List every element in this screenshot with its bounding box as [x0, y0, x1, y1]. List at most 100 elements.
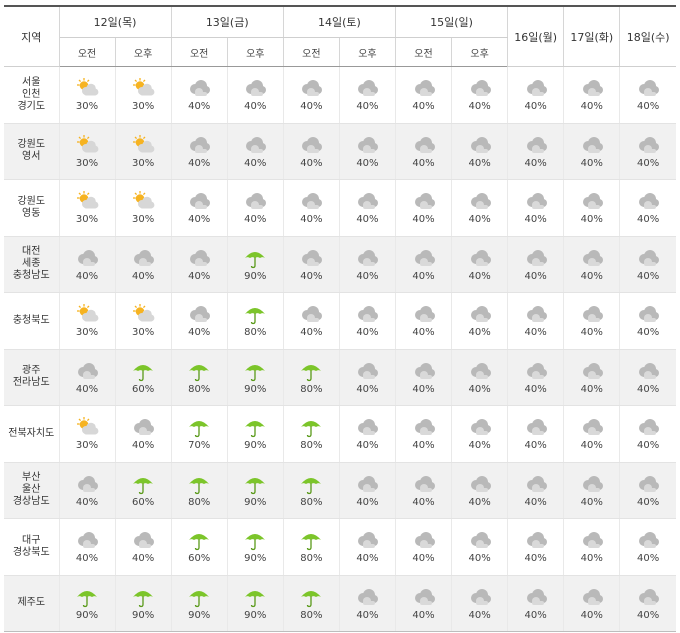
cloudy-icon [74, 473, 100, 495]
table-row: 대구 경상북도 40% 40% 60% 90% 80% 40% 40% 40% 40% 40% 40% [4, 518, 676, 576]
precip-probability: 40% [412, 101, 435, 113]
cloudy-icon [467, 360, 493, 382]
forecast-cell: 40% [563, 518, 621, 576]
forecast-cell: 40% [507, 518, 565, 576]
table-row: 제주도 90% 90% 90% 90% 80% 40% 40% 40% 40% 40% 40% [4, 575, 676, 632]
cloudy-icon [130, 247, 156, 269]
cloudy-icon [523, 247, 549, 269]
table-row: 전북자치도 30% 40% 70% 90% 80% 40% 40% 40% 40% 40% 40% [4, 405, 676, 463]
cloudy-icon [411, 586, 437, 608]
cloudy-icon [523, 416, 549, 438]
precip-probability: 40% [580, 101, 603, 113]
forecast-cell: 40% [59, 236, 116, 293]
cloudy-icon [579, 303, 605, 325]
cloudy-icon [523, 303, 549, 325]
forecast-cell: 40% [59, 518, 116, 576]
cloudy-icon [635, 360, 661, 382]
forecast-cell: 40% [395, 292, 453, 350]
forecast-cell: 40% [227, 66, 284, 124]
forecast-cell: 40% [507, 405, 565, 463]
forecast-cell: 90% [227, 462, 284, 519]
precip-probability: 40% [580, 327, 603, 339]
precip-probability: 30% [132, 214, 155, 226]
precip-probability: 40% [524, 157, 547, 169]
region-name: 대구 경상북도 [4, 518, 60, 576]
forecast-cell: 60% [115, 349, 172, 406]
precip-probability: 40% [637, 270, 660, 282]
cloudy-icon [411, 360, 437, 382]
umbrella-icon [242, 586, 268, 608]
cloudy-icon [523, 134, 549, 156]
cloudy-icon [635, 134, 661, 156]
forecast-cell: 40% [395, 518, 453, 576]
region-name: 광주 전라남도 [4, 349, 60, 406]
precip-probability: 30% [132, 327, 155, 339]
forecast-cell: 30% [59, 123, 116, 180]
cloudy-icon [467, 247, 493, 269]
umbrella-icon [242, 303, 268, 325]
precip-probability: 40% [412, 270, 435, 282]
precip-probability: 40% [412, 440, 435, 452]
cloudy-icon [467, 303, 493, 325]
precip-probability: 40% [412, 609, 435, 621]
umbrella-icon [130, 586, 156, 608]
forecast-cell: 30% [115, 292, 172, 350]
day-header: 17일(화) [563, 6, 621, 67]
umbrella-icon [186, 586, 212, 608]
cloudy-icon [411, 473, 437, 495]
forecast-cell: 40% [59, 462, 116, 519]
umbrella-icon [242, 473, 268, 495]
cloudy-icon [354, 247, 380, 269]
precip-probability: 80% [300, 383, 323, 395]
precip-probability: 40% [637, 214, 660, 226]
umbrella-icon [242, 247, 268, 269]
precip-probability: 90% [188, 609, 211, 621]
cloudy-icon [411, 247, 437, 269]
precip-probability: 80% [300, 496, 323, 508]
umbrella-icon [298, 473, 324, 495]
partly-cloudy-icon [74, 77, 100, 99]
precip-probability: 40% [75, 496, 99, 508]
precip-probability: 40% [580, 383, 603, 395]
forecast-cell: 40% [563, 575, 621, 632]
umbrella-icon [242, 416, 268, 438]
precip-probability: 30% [132, 157, 155, 169]
precip-probability: 40% [356, 327, 379, 339]
precip-probability: 40% [637, 440, 660, 452]
forecast-cell: 30% [59, 292, 116, 350]
forecast-cell: 40% [563, 462, 621, 519]
forecast-cell: 40% [339, 179, 396, 237]
forecast-cell: 80% [283, 518, 340, 576]
precip-probability: 40% [300, 327, 323, 339]
precip-probability: 40% [300, 101, 323, 113]
forecast-cell: 90% [171, 575, 228, 632]
forecast-cell: 40% [563, 405, 621, 463]
forecast-cell: 40% [395, 462, 453, 519]
precip-probability: 40% [356, 609, 379, 621]
cloudy-icon [635, 529, 661, 551]
table-row: 광주 전라남도 40% 60% 80% 90% 80% 40% 40% 40% 40% 40% 40% [4, 349, 676, 406]
partly-cloudy-icon [130, 134, 156, 156]
cloudy-icon [74, 360, 100, 382]
cloudy-icon [579, 586, 605, 608]
precip-probability: 60% [132, 496, 155, 508]
cloudy-icon [579, 416, 605, 438]
forecast-cell: 40% [507, 66, 565, 124]
forecast-cell: 40% [283, 179, 340, 237]
forecast-cell: 40% [619, 518, 676, 576]
precip-probability: 40% [637, 101, 660, 113]
precip-probability: 40% [356, 270, 379, 282]
forecast-cell: 40% [339, 123, 396, 180]
cloudy-icon [579, 360, 605, 382]
forecast-cell: 40% [339, 349, 396, 406]
forecast-cell: 40% [227, 179, 284, 237]
precip-probability: 40% [356, 214, 379, 226]
forecast-cell: 40% [115, 236, 172, 293]
forecast-cell: 90% [227, 518, 284, 576]
precip-probability: 70% [188, 440, 211, 452]
region-name: 대전 세종 충청남도 [4, 236, 60, 293]
precip-probability: 40% [468, 383, 491, 395]
cloudy-icon [186, 134, 212, 156]
forecast-cell: 40% [451, 405, 509, 463]
weekly-forecast-table: 지역 12일(목) 13일(금) 14일(토) 15일(일) 16일(월) 17… [4, 5, 676, 632]
